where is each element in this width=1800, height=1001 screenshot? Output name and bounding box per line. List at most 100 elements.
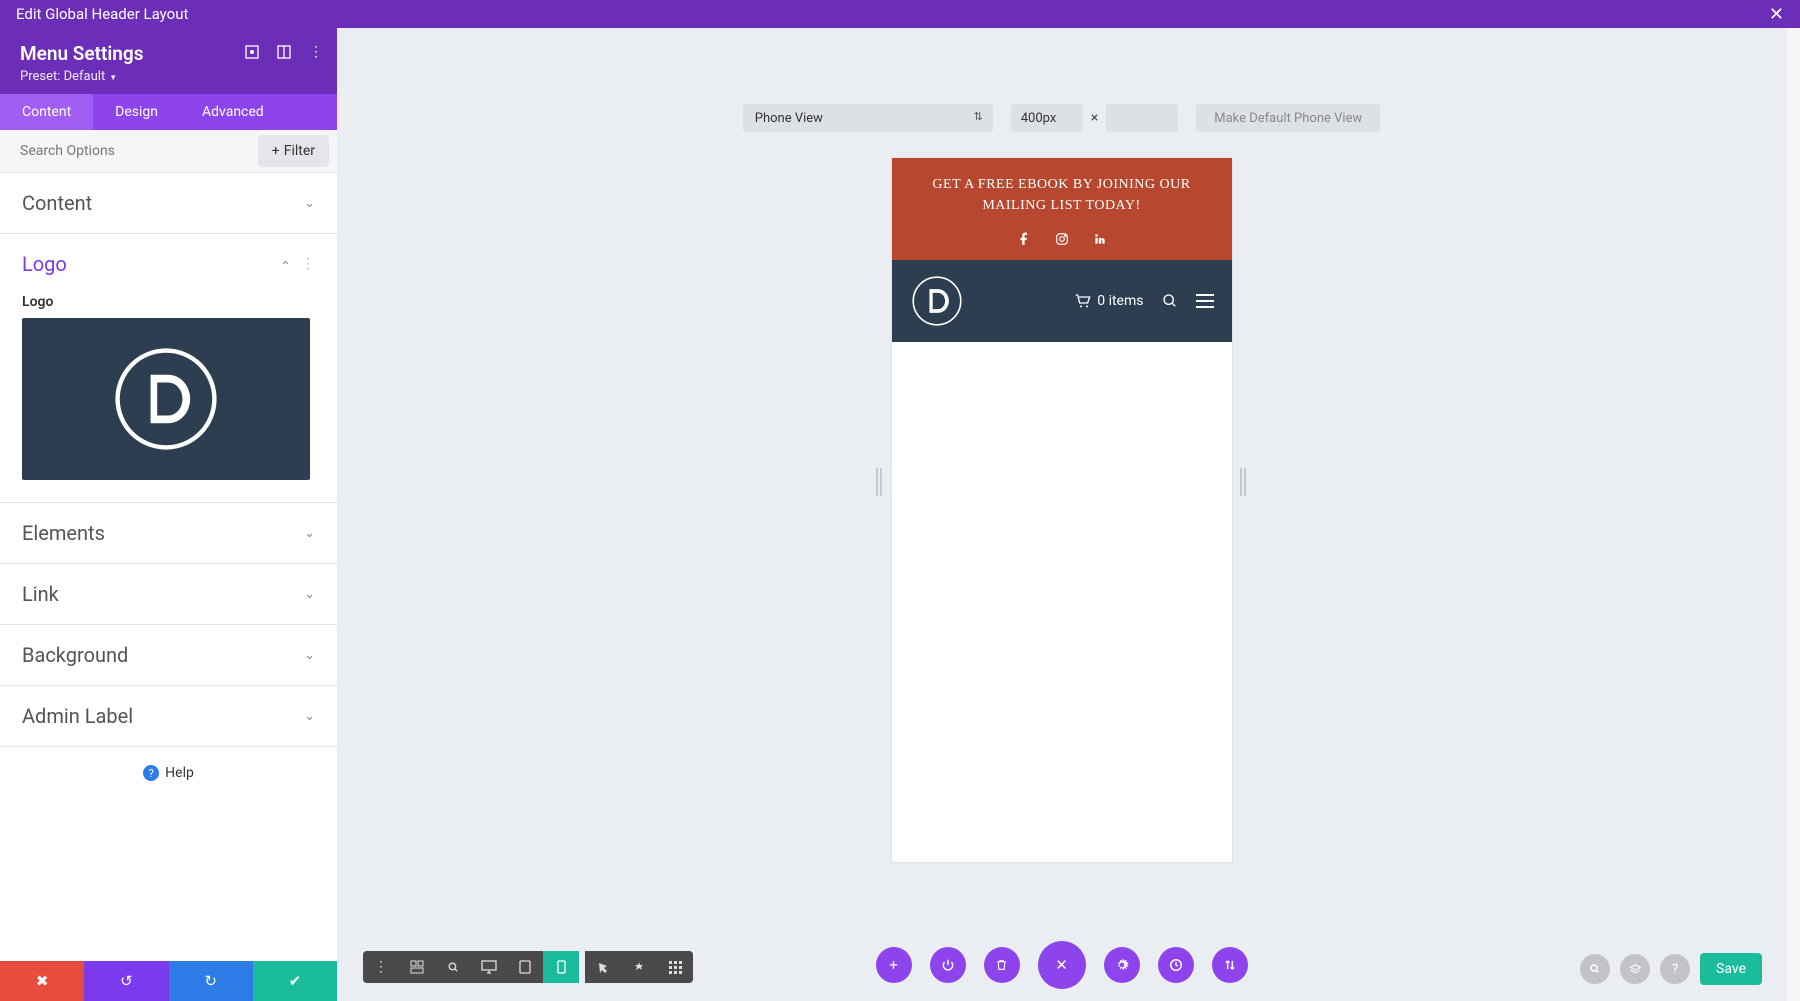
search-row: + Filter <box>0 130 337 173</box>
cart-icon <box>1075 294 1091 308</box>
plus-icon: + <box>272 143 280 159</box>
logo-field-label: Logo <box>22 294 315 310</box>
wireframe-icon[interactable] <box>399 951 435 983</box>
chevron-up-icon: ⌄ <box>280 257 291 272</box>
make-default-view-button[interactable]: Make Default Phone View <box>1196 104 1380 132</box>
undo-icon: ↺ <box>120 972 133 990</box>
layers-button[interactable] <box>1620 954 1650 984</box>
view-select-wrap: Phone View <box>743 104 993 132</box>
responsive-icon[interactable] <box>245 44 259 60</box>
tab-design[interactable]: Design <box>93 94 180 130</box>
group-content: Content ⌄ <box>0 173 337 234</box>
canvas: Phone View × Make Default Phone View GET… <box>337 28 1786 1001</box>
group-background-header[interactable]: Background ⌄ <box>0 625 337 685</box>
more-icon[interactable]: ⋮ <box>309 44 323 60</box>
group-link-header[interactable]: Link ⌄ <box>0 564 337 624</box>
linkedin-icon[interactable] <box>1093 232 1107 246</box>
group-background: Background ⌄ <box>0 625 337 686</box>
preview-navbar: 0 items <box>892 260 1232 342</box>
check-icon: ✔ <box>289 972 302 990</box>
tab-advanced[interactable]: Advanced <box>180 94 286 130</box>
more-icon[interactable]: ⋮ <box>301 256 315 272</box>
group-link: Link ⌄ <box>0 564 337 625</box>
search-icon[interactable] <box>1162 293 1178 309</box>
help-link[interactable]: ? Help <box>0 747 337 799</box>
cancel-button[interactable]: ✖ <box>0 961 84 1001</box>
logo-preview[interactable] <box>22 318 310 480</box>
logo-icon <box>910 274 964 328</box>
click-mode-icon[interactable] <box>585 951 621 983</box>
find-button[interactable] <box>1580 954 1610 984</box>
undo-button[interactable]: ↺ <box>84 961 168 1001</box>
search-input[interactable] <box>0 131 258 171</box>
width-input[interactable] <box>1011 104 1083 132</box>
group-logo: Logo ⌄ ⋮ Logo <box>0 234 337 503</box>
group-elements-header[interactable]: Elements ⌄ <box>0 503 337 563</box>
toolbar-more-button[interactable]: ⋮ <box>363 951 399 983</box>
top-bar: Edit Global Header Layout ✕ <box>0 0 1800 28</box>
chevron-down-icon: ⌄ <box>304 709 315 724</box>
group-admin-label-header[interactable]: Admin Label ⌄ <box>0 686 337 746</box>
times-icon: × <box>1091 110 1098 126</box>
bottom-toolbar-purple: + ✕ <box>876 941 1248 989</box>
trash-button[interactable] <box>984 947 1020 983</box>
group-content-header[interactable]: Content ⌄ <box>0 173 337 233</box>
columns-icon[interactable] <box>277 44 291 60</box>
group-logo-body: Logo <box>0 294 337 502</box>
cart-link[interactable]: 0 items <box>1075 293 1143 309</box>
resize-handle-right[interactable] <box>1240 468 1248 496</box>
bottom-toolbar-right: ? Save <box>1580 953 1762 985</box>
view-select[interactable]: Phone View <box>743 104 993 132</box>
page-title: Edit Global Header Layout <box>16 5 188 23</box>
resize-handle-left[interactable] <box>876 468 884 496</box>
chevron-down-icon: ▼ <box>109 73 117 82</box>
group-admin-label: Admin Label ⌄ <box>0 686 337 747</box>
help-button[interactable]: ? <box>1660 954 1690 984</box>
preview-controls: Phone View × Make Default Phone View <box>337 104 1786 132</box>
close-icon: ✖ <box>36 972 49 990</box>
chevron-down-icon: ⌄ <box>304 648 315 663</box>
add-button[interactable]: + <box>876 947 912 983</box>
redo-button[interactable]: ↻ <box>169 961 253 1001</box>
dimension-inputs: × <box>1011 104 1178 132</box>
history-button[interactable] <box>1158 947 1194 983</box>
bottom-toolbar-dark: ⋮ <box>363 951 693 983</box>
phone-preview: GET A FREE EBOOK BY JOINING OUR MAILING … <box>892 158 1232 862</box>
save-button[interactable]: Save <box>1700 953 1762 985</box>
group-logo-header[interactable]: Logo ⌄ ⋮ <box>0 234 337 294</box>
tab-content[interactable]: Content <box>0 94 93 130</box>
sidebar-bottom-actions: ✖ ↺ ↻ ✔ <box>0 961 337 1001</box>
preview-body <box>892 342 1232 862</box>
close-toolbar-button[interactable]: ✕ <box>1038 941 1086 989</box>
grid-mode-icon[interactable] <box>657 951 693 983</box>
settings-sidebar: Menu Settings Preset: Default▼ ⋮ Content… <box>0 28 337 1001</box>
filter-button[interactable]: + Filter <box>258 135 329 167</box>
tablet-icon[interactable] <box>507 951 543 983</box>
chevron-down-icon: ⌄ <box>304 526 315 541</box>
confirm-button[interactable]: ✔ <box>253 961 337 1001</box>
settings-tabs: Content Design Advanced <box>0 94 337 130</box>
facebook-icon[interactable] <box>1017 232 1031 246</box>
promo-banner: GET A FREE EBOOK BY JOINING OUR MAILING … <box>892 158 1232 226</box>
chevron-down-icon: ⌄ <box>304 587 315 602</box>
redo-icon: ↻ <box>204 972 217 990</box>
swap-button[interactable] <box>1212 947 1248 983</box>
desktop-icon[interactable] <box>471 951 507 983</box>
hamburger-icon[interactable] <box>1196 294 1214 308</box>
close-icon[interactable]: ✕ <box>1769 4 1784 25</box>
hover-mode-icon[interactable] <box>621 951 657 983</box>
settings-button[interactable] <box>1104 947 1140 983</box>
preset-selector[interactable]: Preset: Default▼ <box>20 69 317 84</box>
right-scrollbar[interactable] <box>1786 28 1800 1001</box>
sidebar-header: Menu Settings Preset: Default▼ ⋮ <box>0 28 337 94</box>
accordion: Content ⌄ Logo ⌄ ⋮ Logo Elements <box>0 173 337 961</box>
instagram-icon[interactable] <box>1055 232 1069 246</box>
social-icons <box>892 226 1232 260</box>
chevron-down-icon: ⌄ <box>304 196 315 211</box>
power-button[interactable] <box>930 947 966 983</box>
group-elements: Elements ⌄ <box>0 503 337 564</box>
phone-icon[interactable] <box>543 951 579 983</box>
help-icon: ? <box>143 765 159 781</box>
height-input[interactable] <box>1106 104 1178 132</box>
zoom-icon[interactable] <box>435 951 471 983</box>
